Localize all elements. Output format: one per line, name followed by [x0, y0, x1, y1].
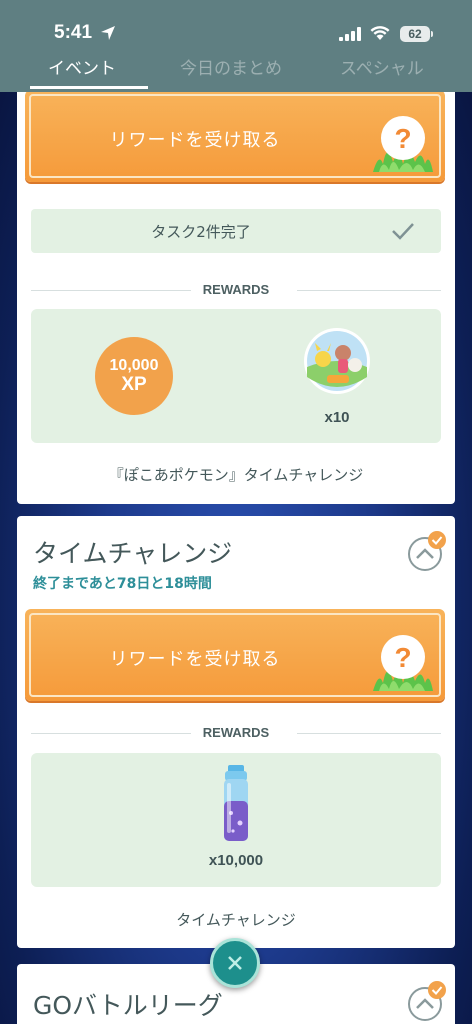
active-tab-indicator — [30, 86, 148, 89]
claim-reward-button[interactable]: リワードを受け取る ? — [25, 90, 445, 182]
task-progress-bar: タスク2件完了 — [31, 209, 441, 253]
rewards-heading: REWARDS — [202, 725, 270, 740]
question-mark-icon: ? — [373, 116, 433, 172]
tab-special[interactable]: スペシャル — [340, 54, 424, 79]
checkmark-icon — [392, 223, 414, 240]
stardust-bottle-icon[interactable] — [219, 765, 253, 843]
svg-text:?: ? — [394, 642, 411, 673]
header: 5:41 62 イベント 今日のまとめ スペシャル — [0, 0, 472, 92]
claim-reward-button[interactable]: リワードを受け取る ? — [25, 609, 445, 701]
battery-tip — [431, 31, 433, 37]
rewards-divider: REWARDS — [31, 280, 441, 300]
xp-amount: 10,000 — [109, 357, 159, 374]
tab-events[interactable]: イベント — [48, 54, 116, 79]
chevron-up-icon[interactable] — [403, 530, 447, 574]
rewards-box: 10,000 XP x10 — [31, 309, 441, 443]
rewards-heading: REWARDS — [202, 282, 270, 297]
time-remaining: 終了まであと78日と18時間 — [33, 576, 212, 592]
rewards-divider: REWARDS — [31, 723, 441, 743]
stardust-quantity: x10,000 — [208, 852, 264, 869]
event-name: 『ぽこあポケモン』タイムチャレンジ — [108, 466, 364, 484]
card-title: タイムチャレンジ — [33, 539, 233, 568]
xp-unit: XP — [121, 374, 147, 395]
svg-text:?: ? — [394, 123, 411, 154]
xp-reward-badge[interactable]: 10,000 XP — [95, 337, 173, 415]
claim-reward-label: リワードを受け取る — [109, 649, 281, 670]
card-title: GOバトルリーグ — [33, 991, 223, 1020]
wifi-icon — [370, 26, 390, 40]
close-icon — [228, 956, 242, 970]
location-arrow-icon — [101, 26, 115, 40]
event-name: タイムチャレンジ — [176, 911, 296, 929]
battery-icon: 62 — [400, 26, 430, 42]
status-time: 5:41 — [54, 22, 93, 43]
sticker-reward-icon[interactable] — [301, 325, 373, 397]
tab-today-summary[interactable]: 今日のまとめ — [180, 54, 282, 79]
chevron-up-icon[interactable] — [403, 980, 447, 1024]
task-progress-text: タスク2件完了 — [151, 223, 251, 241]
close-button[interactable] — [210, 938, 260, 988]
signal-icon — [339, 27, 361, 41]
sticker-quantity: x10 — [324, 409, 350, 426]
event-card-time-challenge: タイムチャレンジ 終了まであと78日と18時間 リワードを受け取る ? REWA… — [17, 516, 455, 948]
event-card-pokoa: リワードを受け取る ? タスク2件完了 REWARDS 10,000 XP x1… — [17, 70, 455, 504]
rewards-box: x10,000 — [31, 753, 441, 887]
question-mark-icon: ? — [373, 635, 433, 691]
claim-reward-label: リワードを受け取る — [109, 130, 281, 151]
